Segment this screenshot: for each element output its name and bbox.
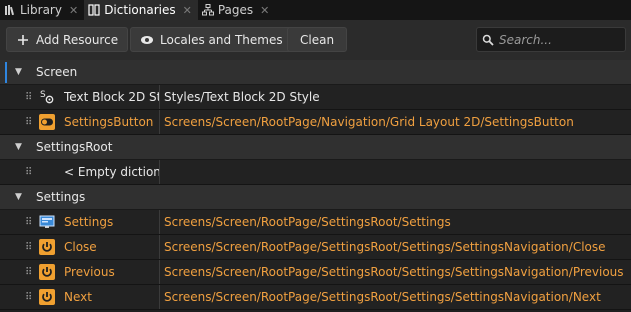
column-divider xyxy=(159,210,160,234)
tab-dictionaries[interactable]: Dictionaries ✕ xyxy=(84,0,198,20)
add-resource-label: Add Resource xyxy=(36,32,119,47)
pages-icon xyxy=(201,4,214,16)
drag-handle-icon[interactable]: ⠿ xyxy=(25,117,35,128)
column-divider xyxy=(159,110,160,134)
empty-icon-slot xyxy=(39,164,55,180)
list-item[interactable]: ⠿ SettingsButton Screens/Screen/RootPage… xyxy=(0,110,631,135)
item-path: Styles/Text Block 2D Style xyxy=(164,90,320,104)
svg-text:S: S xyxy=(40,90,46,100)
item-name: Previous xyxy=(64,265,115,279)
tab-library-label: Library xyxy=(20,3,62,17)
list-item[interactable]: ⠿ S Text Block 2D Style Styles/Text Bloc… xyxy=(0,85,631,110)
column-divider xyxy=(159,85,160,109)
drag-handle-icon[interactable]: ⠿ xyxy=(25,92,35,103)
eye-icon xyxy=(141,35,153,44)
column-divider xyxy=(159,285,160,309)
close-icon[interactable]: ✕ xyxy=(69,4,78,17)
search-input[interactable] xyxy=(499,32,617,47)
locales-and-themes-label: Locales and Themes xyxy=(160,32,283,47)
tab-library[interactable]: Library ✕ xyxy=(0,0,84,20)
item-name: < Empty dictionar xyxy=(64,165,159,179)
tab-pages[interactable]: Pages ✕ xyxy=(198,0,276,20)
item-name: Settings xyxy=(64,215,114,229)
collapse-triangle-icon[interactable]: ▼ xyxy=(15,192,25,202)
item-name: Close xyxy=(64,240,97,254)
item-path: Screens/Screen/RootPage/SettingsRoot/Set… xyxy=(164,290,601,304)
list-item[interactable]: ⠿ Next Screens/Screen/RootPage/SettingsR… xyxy=(0,285,631,310)
drag-handle-icon[interactable]: ⠿ xyxy=(25,292,35,303)
list-item[interactable]: ⠿ Previous Screens/Screen/RootPage/Setti… xyxy=(0,260,631,285)
collapse-triangle-icon[interactable]: ▼ xyxy=(15,142,25,152)
clean-button[interactable]: Clean xyxy=(287,27,348,52)
column-divider xyxy=(159,160,160,184)
list-item[interactable]: ⠿ < Empty dictionar xyxy=(0,160,631,185)
drag-handle-icon[interactable]: ⠿ xyxy=(25,267,35,278)
collapse-triangle-icon[interactable]: ▼ xyxy=(15,67,25,77)
plus-icon xyxy=(18,34,28,45)
group-name: Settings xyxy=(36,190,86,204)
add-resource-button[interactable]: Add Resource xyxy=(6,27,129,52)
drag-handle-icon[interactable]: ⠿ xyxy=(25,167,35,178)
group-name: Screen xyxy=(36,65,78,79)
library-icon xyxy=(5,5,15,16)
tab-dictionaries-label: Dictionaries xyxy=(104,3,176,17)
dictionary-list: ▼ Screen ⠿ S Text Block 2D Style Styles/… xyxy=(0,60,631,312)
power-button-icon xyxy=(39,239,55,255)
power-button-icon xyxy=(39,289,55,305)
tab-pages-label: Pages xyxy=(217,3,254,17)
selection-accent xyxy=(5,62,7,83)
drag-handle-icon[interactable]: ⠿ xyxy=(25,242,35,253)
item-path: Screens/Screen/RootPage/Navigation/Grid … xyxy=(164,115,574,129)
clean-label: Clean xyxy=(300,32,335,47)
group-name: SettingsRoot xyxy=(36,140,113,154)
style-icon: S xyxy=(39,89,55,105)
toolbar: Add Resource Locales and Themes Clean xyxy=(0,20,631,60)
page-icon xyxy=(39,214,55,230)
item-path: Screens/Screen/RootPage/SettingsRoot/Set… xyxy=(164,215,451,229)
close-icon[interactable]: ✕ xyxy=(260,4,269,17)
search-box[interactable] xyxy=(476,27,626,52)
group-header-settings[interactable]: ▼ Settings xyxy=(0,185,631,210)
drag-handle-icon[interactable]: ⠿ xyxy=(25,217,35,228)
item-name: SettingsButton xyxy=(64,115,154,129)
column-divider xyxy=(159,235,160,259)
list-item[interactable]: ⠿ Close Screens/Screen/RootPage/Settings… xyxy=(0,235,631,260)
power-button-icon xyxy=(39,264,55,280)
group-header-screen[interactable]: ▼ Screen xyxy=(0,60,631,85)
toggle-button-icon xyxy=(39,114,55,130)
tab-bar: Library ✕ Dictionaries ✕ Pages ✕ xyxy=(0,0,631,20)
close-icon[interactable]: ✕ xyxy=(183,4,192,17)
item-name: Text Block 2D Style xyxy=(64,90,159,104)
list-item[interactable]: ⠿ Settings Screens/Screen/RootPage/Setti… xyxy=(0,210,631,235)
dictionary-icon xyxy=(88,4,100,16)
item-path: Screens/Screen/RootPage/SettingsRoot/Set… xyxy=(164,240,606,254)
item-name: Next xyxy=(64,290,92,304)
column-divider xyxy=(159,260,160,284)
locales-and-themes-button[interactable]: Locales and Themes xyxy=(130,27,293,52)
item-path: Screens/Screen/RootPage/SettingsRoot/Set… xyxy=(164,265,624,279)
search-icon xyxy=(482,34,494,46)
group-header-settingsroot[interactable]: ▼ SettingsRoot xyxy=(0,135,631,160)
